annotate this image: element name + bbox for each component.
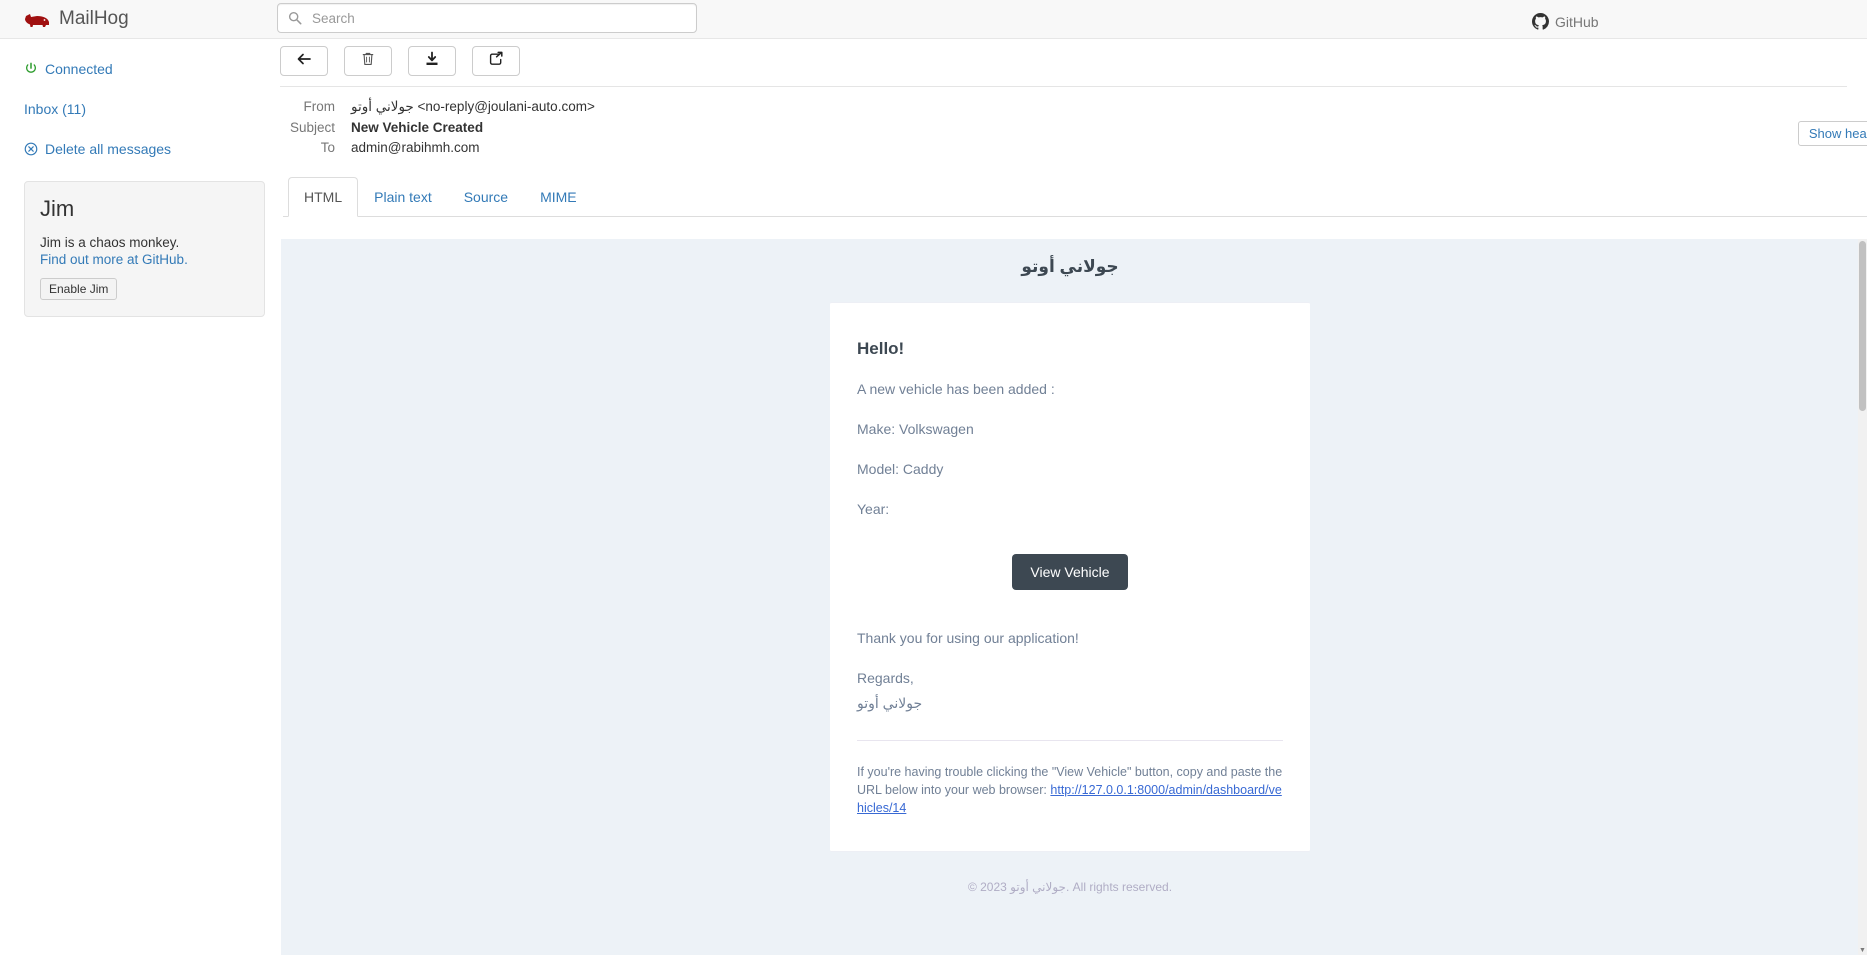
- header-value-subject: New Vehicle Created: [351, 120, 484, 135]
- jim-description: Jim is a chaos monkey.: [40, 235, 180, 250]
- header-label-from: From: [303, 99, 336, 114]
- email-footer: © 2023 جولاني أوتو. All rights reserved.: [967, 880, 1173, 895]
- tab-source[interactable]: Source: [448, 177, 524, 217]
- tab-plain-text[interactable]: Plain text: [358, 177, 448, 217]
- brand[interactable]: MailHog: [24, 8, 236, 30]
- header-row-to: To admin@rabihmh.com: [280, 140, 1867, 155]
- sidebar-item-delete-all-label: Delete all messages: [45, 141, 172, 157]
- download-icon: [424, 51, 440, 72]
- release-button[interactable]: [472, 46, 520, 76]
- jim-panel: Jim Jim is a chaos monkey. Find out more…: [24, 181, 265, 317]
- email-regards: Regards,: [857, 670, 914, 686]
- scrollbar-thumb[interactable]: [1859, 241, 1866, 411]
- message-toolbar: [280, 39, 1847, 87]
- email-brand-header: جولاني أوتو: [1021, 257, 1119, 276]
- email-signature: جولاني أوتو: [857, 695, 923, 711]
- tab-html[interactable]: HTML: [288, 177, 359, 217]
- message-tabs: HTML Plain text Source MIME: [283, 177, 1867, 217]
- tab-mime[interactable]: MIME: [524, 177, 593, 217]
- header-value-to: admin@rabihmh.com: [351, 140, 480, 155]
- sidebar-item-connected[interactable]: Connected: [24, 61, 280, 77]
- github-label: GitHub: [1555, 13, 1599, 30]
- download-button[interactable]: [408, 46, 456, 76]
- email-card: Hello! A new vehicle has been added : Ma…: [830, 302, 1310, 853]
- jim-title: Jim: [40, 196, 75, 221]
- sidebar-item-delete-all[interactable]: Delete all messages: [24, 141, 280, 157]
- email-thanks: Thank you for using our application!: [857, 630, 1079, 646]
- enable-jim-button[interactable]: Enable Jim: [40, 278, 118, 300]
- email-make: Make: Volkswagen: [857, 421, 974, 437]
- hog-icon: [24, 12, 50, 27]
- email-year: Year:: [857, 501, 890, 517]
- view-vehicle-button[interactable]: View Vehicle: [1012, 554, 1128, 590]
- header-row-subject: Subject New Vehicle Created: [280, 120, 1867, 135]
- power-icon: [24, 62, 38, 76]
- email-intro: A new vehicle has been added :: [857, 381, 1055, 397]
- jim-github-link[interactable]: Find out more at GitHub.: [40, 252, 249, 267]
- show-headers-button[interactable]: Show headers: [1797, 121, 1867, 146]
- header-label-to: To: [320, 140, 335, 155]
- email-subcopy: If you're having trouble clicking the "V…: [857, 740, 1283, 817]
- header-value-from: جولاني أوتو <no-reply@joulani-auto.com>: [351, 99, 595, 114]
- message-pane: From جولاني أوتو <no-reply@joulani-auto.…: [280, 39, 1867, 955]
- search-input[interactable]: [310, 9, 686, 27]
- message-headers: From جولاني أوتو <no-reply@joulani-auto.…: [280, 87, 1867, 155]
- header-row-from: From جولاني أوتو <no-reply@joulani-auto.…: [280, 99, 1867, 115]
- github-link[interactable]: GitHub: [1532, 13, 1599, 30]
- brand-label: MailHog: [59, 8, 129, 29]
- search-container[interactable]: GitHub: [277, 3, 1599, 33]
- header-label-subject: Subject: [289, 120, 335, 135]
- github-icon: [1532, 13, 1549, 30]
- email-cta-wrap: View Vehicle: [857, 554, 1283, 590]
- email-model: Model: Caddy: [857, 461, 944, 477]
- release-icon: [488, 51, 504, 72]
- search-box[interactable]: [277, 3, 697, 33]
- delete-circle-icon: [24, 142, 38, 156]
- sidebar-item-inbox-label: Inbox (11): [24, 101, 86, 117]
- sidebar-item-inbox[interactable]: Inbox (11): [24, 101, 280, 117]
- arrow-left-icon: [296, 51, 312, 72]
- sidebar-item-connected-label: Connected: [45, 61, 113, 77]
- email-scrollbar[interactable]: ▲ ▼: [1858, 239, 1867, 955]
- delete-button[interactable]: [344, 46, 392, 76]
- email-greeting: Hello!: [857, 339, 905, 358]
- scroll-down-arrow[interactable]: ▼: [1858, 946, 1867, 955]
- sidebar: Connected Inbox (11) Delete all messages…: [0, 39, 280, 955]
- top-navbar: MailHog GitHub: [0, 0, 1867, 39]
- email-subcopy-text: If you're having trouble clicking the "V…: [857, 763, 1283, 817]
- back-button[interactable]: [280, 46, 328, 76]
- email-preview: جولاني أوتو Hello! A new vehicle has bee…: [281, 239, 1859, 955]
- trash-icon: [360, 51, 376, 72]
- search-icon: [288, 11, 302, 25]
